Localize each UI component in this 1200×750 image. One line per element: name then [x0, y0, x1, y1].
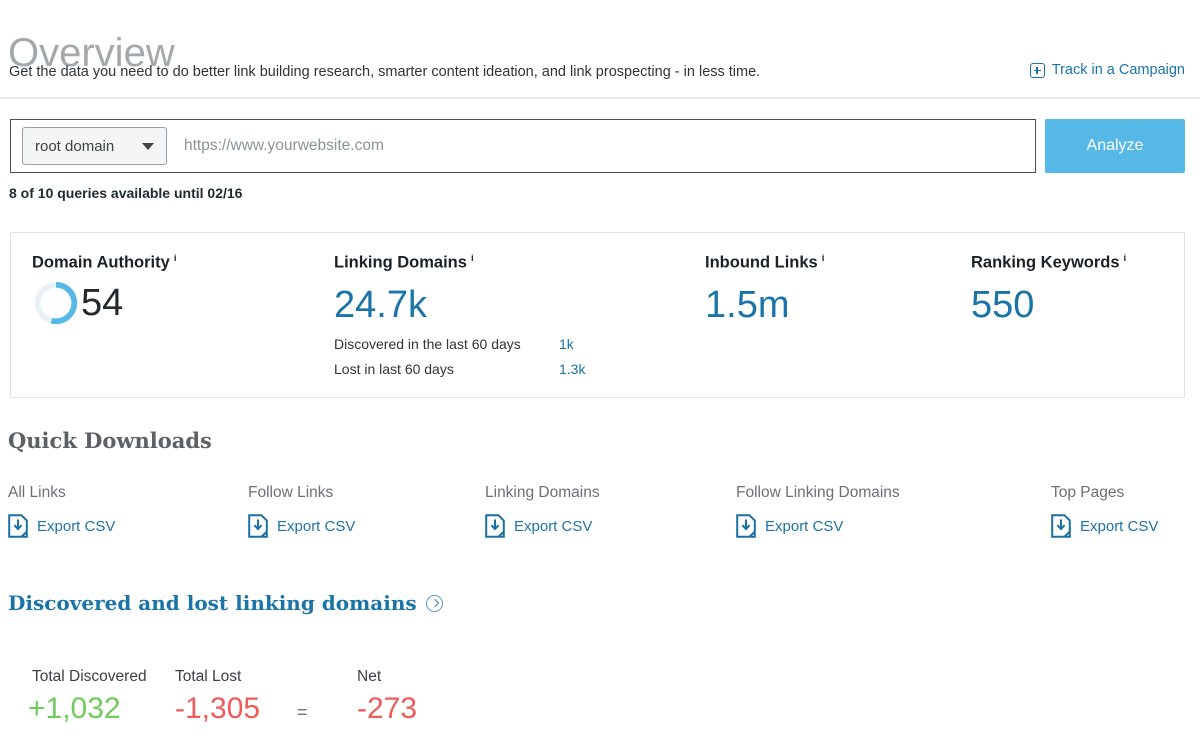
export-csv-label: Export CSV	[277, 517, 356, 535]
info-icon[interactable]: i	[822, 253, 825, 264]
export-csv-label: Export CSV	[765, 517, 844, 535]
totals-values-row: +1,032 -1,305 = -273	[0, 686, 453, 728]
metric-title-linking-domains: Linking Domains i	[334, 253, 474, 272]
search-row: root domain Analyze	[10, 119, 1185, 173]
metric-linking-domains: Linking Domains i 24.7k Discovered in the…	[334, 253, 585, 382]
quick-download-column-follow-links: Follow Links Export CSV	[248, 484, 355, 538]
sub-row-lost: Lost in last 60 days 1.3k	[334, 357, 585, 382]
quick-download-label: Linking Domains	[485, 484, 600, 501]
document-download-icon	[8, 514, 28, 538]
total-discovered-value: +1,032	[28, 692, 121, 725]
info-icon[interactable]: i	[471, 253, 474, 264]
quick-download-label: Follow Links	[248, 484, 334, 501]
metric-title-domain-authority: Domain Authority i	[32, 253, 177, 272]
sub-row-discovered: Discovered in the last 60 days 1k	[334, 332, 585, 357]
metrics-card: Domain Authority i 54 Linking Domains i 24…	[10, 232, 1185, 398]
export-csv-follow-linking-domains[interactable]: Export CSV	[736, 514, 900, 538]
export-csv-label: Export CSV	[1080, 517, 1159, 535]
total-discovered-label: Total Discovered	[32, 668, 147, 685]
metric-inbound-links: Inbound Links i 1.5m	[705, 253, 824, 329]
queries-available-note: 8 of 10 queries available until 02/16	[9, 185, 243, 201]
quick-download-column-top-pages: Top Pages Export CSV	[1051, 484, 1158, 538]
linking-domains-sub-rows: Discovered in the last 60 days 1k Lost i…	[334, 332, 585, 382]
quick-download-column-follow-linking-domains: Follow Linking Domains Export CSV	[736, 484, 900, 538]
quick-downloads-title: Quick Downloads	[8, 428, 212, 453]
export-csv-top-pages[interactable]: Export CSV	[1051, 514, 1158, 538]
search-type-select[interactable]: root domain	[22, 127, 167, 165]
discovered-lost-totals: Total Discovered Total Lost Net +1,032 -…	[0, 668, 453, 728]
export-csv-all-links[interactable]: Export CSV	[8, 514, 115, 538]
search-box: root domain	[10, 119, 1036, 173]
quick-download-column-all-links: All Links Export CSV	[8, 484, 115, 538]
quick-download-column-linking-domains: Linking Domains Export CSV	[485, 484, 600, 538]
metric-ranking-keywords: Ranking Keywords i 550	[971, 253, 1126, 329]
analyze-button[interactable]: Analyze	[1045, 119, 1185, 173]
net-label: Net	[357, 668, 382, 685]
metric-title-ranking-keywords: Ranking Keywords i	[971, 253, 1127, 272]
quick-download-label: All Links	[8, 484, 66, 501]
metric-title-inbound-links: Inbound Links i	[705, 253, 825, 272]
chevron-down-icon	[142, 142, 154, 150]
export-csv-linking-domains[interactable]: Export CSV	[485, 514, 600, 538]
chevron-right-circle-icon[interactable]	[425, 594, 443, 612]
domain-authority-gauge	[34, 281, 78, 324]
overview-page: Overview Get the data you need to do bet…	[0, 0, 1200, 750]
track-in-campaign-label: Track in a Campaign	[1051, 62, 1185, 78]
total-lost-label: Total Lost	[175, 668, 242, 685]
domain-authority-value: 54	[81, 281, 124, 324]
document-download-icon	[248, 514, 268, 538]
export-csv-label: Export CSV	[514, 517, 593, 535]
sub-row-lost-value[interactable]: 1.3k	[559, 357, 585, 382]
plus-box-icon	[1029, 62, 1045, 78]
ranking-keywords-value: 550	[971, 283, 1035, 326]
page-subtitle: Get the data you need to do better link …	[9, 64, 761, 80]
export-csv-follow-links[interactable]: Export CSV	[248, 514, 355, 538]
net-value: -273	[357, 692, 418, 725]
discovered-lost-title: Discovered and lost linking domains	[8, 591, 417, 615]
info-icon[interactable]: i	[1124, 253, 1127, 264]
quick-download-label: Top Pages	[1051, 484, 1125, 501]
header-divider	[0, 97, 1200, 99]
inbound-links-value: 1.5m	[705, 283, 790, 326]
info-icon[interactable]: i	[174, 253, 177, 264]
metric-domain-authority: Domain Authority i 54	[32, 253, 176, 327]
totals-labels-row: Total Discovered Total Lost Net	[0, 668, 453, 686]
equals-sign: =	[297, 702, 308, 722]
linking-domains-value: 24.7k	[334, 283, 427, 326]
url-input[interactable]	[167, 120, 1035, 172]
sub-row-lost-label: Lost in last 60 days	[334, 360, 454, 377]
document-download-icon	[485, 514, 505, 538]
discovered-lost-heading[interactable]: Discovered and lost linking domains	[8, 591, 443, 615]
track-in-campaign-link[interactable]: Track in a Campaign	[1029, 62, 1185, 78]
document-download-icon	[736, 514, 756, 538]
export-csv-label: Export CSV	[37, 517, 116, 535]
domain-authority-value-row: 54	[32, 279, 176, 327]
sub-row-discovered-value[interactable]: 1k	[559, 332, 574, 357]
total-lost-value: -1,305	[175, 692, 261, 725]
quick-download-label: Follow Linking Domains	[736, 484, 900, 501]
search-type-value: root domain	[35, 137, 115, 155]
sub-row-discovered-label: Discovered in the last 60 days	[334, 335, 521, 352]
document-download-icon	[1051, 514, 1071, 538]
